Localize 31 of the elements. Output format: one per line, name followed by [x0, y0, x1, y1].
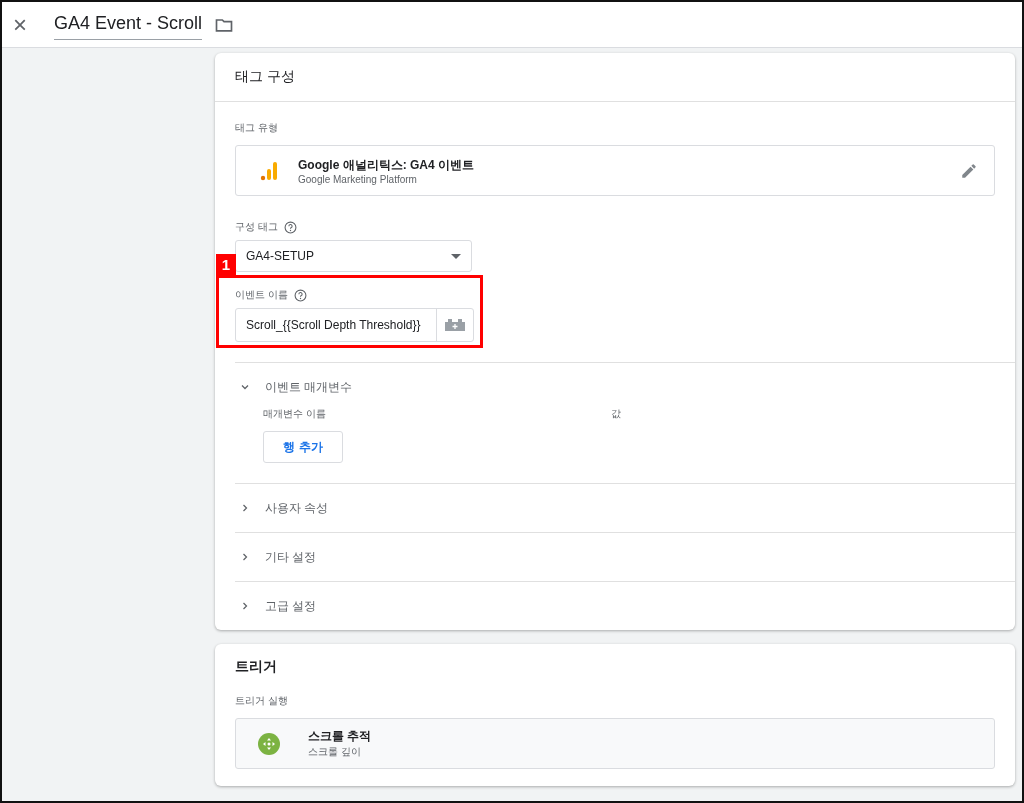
field-label: 트리거 실행	[235, 694, 288, 708]
section-title[interactable]: 기타 설정	[265, 548, 317, 566]
scroll-trigger-icon	[258, 732, 280, 755]
title-field[interactable]: GA4 Event - Scroll	[54, 9, 203, 40]
analytics-icon	[260, 160, 278, 181]
column-header: 값	[611, 407, 621, 421]
tag-type-name: Google 애널리틱스: GA4 이벤트	[298, 156, 475, 174]
close-button[interactable]: ×	[13, 12, 31, 37]
event-name-field[interactable]: Scroll_{{Scroll Depth Threshold}}	[235, 308, 474, 342]
help-icon[interactable]	[283, 220, 297, 234]
variable-icon[interactable]	[445, 319, 465, 331]
field-label: 구성 태그	[235, 220, 278, 234]
trigger-name: 스크롤 추적	[308, 728, 372, 745]
dropdown-arrow-icon	[451, 253, 461, 259]
card-title: 태그 구성	[235, 68, 295, 86]
trigger-item[interactable]: 스크롤 추적 스크롤 깊이	[235, 718, 995, 769]
field-label: 태그 유형	[235, 121, 278, 135]
annotation-number: 1	[216, 254, 236, 275]
help-icon[interactable]	[293, 288, 307, 302]
trigger-type: 스크롤 깊이	[308, 745, 362, 759]
tag-type-subtitle: Google Marketing Platform	[298, 173, 418, 185]
config-tag-dropdown[interactable]: GA4-SETUP	[235, 240, 472, 272]
column-header: 매개변수 이름	[263, 407, 327, 421]
tag-type-selector[interactable]: Google 애널리틱스: GA4 이벤트 Google Marketing Platform	[235, 145, 995, 196]
pencil-icon[interactable]	[960, 161, 978, 180]
section-title[interactable]: 사용자 속성	[265, 499, 329, 517]
section-title[interactable]: 이벤트 매개변수	[265, 378, 353, 396]
add-row-button[interactable]: 행 추가	[263, 431, 343, 463]
field-label: 이벤트 이름	[235, 288, 288, 302]
card-title: 트리거	[235, 658, 277, 676]
section-title[interactable]: 고급 설정	[265, 597, 317, 615]
